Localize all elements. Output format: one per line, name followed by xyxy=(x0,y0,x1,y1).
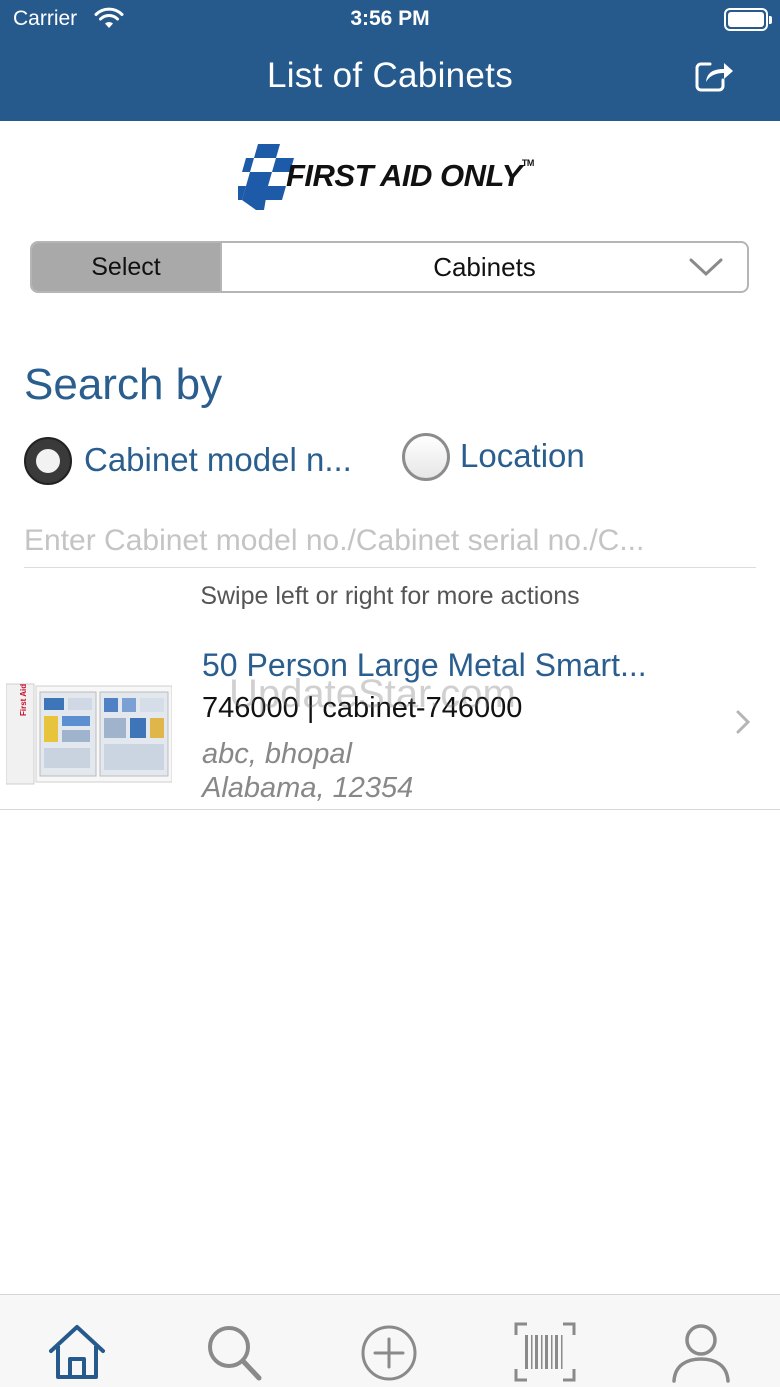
cabinet-location-line1: abc, bhopal xyxy=(202,738,352,770)
search-by-heading: Search by xyxy=(24,360,223,409)
radio-cabinet-model-label[interactable]: Cabinet model n... xyxy=(84,441,352,479)
radio-cabinet-model[interactable] xyxy=(24,437,72,485)
search-input[interactable] xyxy=(24,514,756,568)
selector-label: Select xyxy=(32,243,220,291)
status-time: 3:56 PM xyxy=(350,7,430,30)
cabinet-title: 50 Person Large Metal Smart... xyxy=(202,647,647,683)
svg-text:First Aid: First Aid xyxy=(19,684,28,716)
plus-circle-icon xyxy=(361,1325,417,1381)
home-icon xyxy=(49,1325,105,1379)
share-icon[interactable] xyxy=(694,58,736,94)
tab-bar xyxy=(0,1294,780,1387)
barcode-scan-icon xyxy=(514,1322,576,1382)
brand-logo: FIRST AID ONLYTM xyxy=(238,144,548,214)
logo-trademark: TM xyxy=(521,158,535,168)
cabinet-thumbnail-image: First Aid xyxy=(6,683,172,785)
selector-dropdown[interactable]: Cabinets xyxy=(220,243,747,291)
tab-profile[interactable] xyxy=(669,1321,733,1383)
tab-home[interactable] xyxy=(45,1321,109,1383)
user-icon xyxy=(672,1324,730,1383)
radio-location-label[interactable]: Location xyxy=(460,437,585,475)
navigation-bar: Carrier 3:56 PM List of Cabinets xyxy=(0,0,780,121)
cabinet-serial: 746000 | cabinet-746000 xyxy=(202,692,523,724)
cabinet-type-selector[interactable]: Select Cabinets xyxy=(30,241,749,293)
logo-text: FIRST AID ONLY xyxy=(286,158,522,193)
battery-icon xyxy=(724,8,772,31)
chevron-right-icon xyxy=(736,710,751,734)
status-bar: Carrier 3:56 PM xyxy=(0,0,780,40)
radio-location[interactable] xyxy=(402,433,450,481)
selector-value: Cabinets xyxy=(433,252,536,282)
chevron-down-icon xyxy=(689,258,723,277)
cabinet-list-item[interactable]: First Aid 50 Person Large Metal Smart...… xyxy=(0,632,780,810)
page-title: List of Cabinets xyxy=(266,56,514,95)
swipe-hint: Swipe left or right for more actions xyxy=(200,582,580,610)
tab-add[interactable] xyxy=(357,1321,421,1383)
cabinet-location-line2: Alabama, 12354 xyxy=(202,772,414,804)
tab-search[interactable] xyxy=(201,1321,265,1383)
tab-scan[interactable] xyxy=(513,1321,577,1383)
search-icon xyxy=(208,1326,262,1381)
